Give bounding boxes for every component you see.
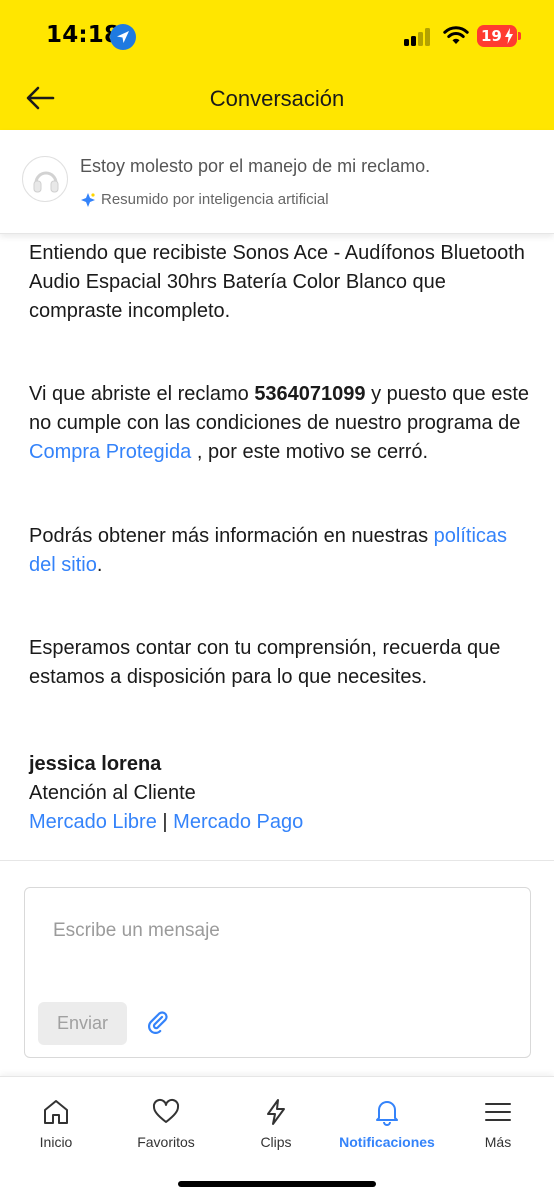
agent-role: Atención al Cliente (29, 782, 196, 804)
battery-level: 19 (481, 27, 502, 45)
battery-indicator: 19 (477, 25, 517, 47)
composer-divider (0, 860, 554, 861)
page-title: Conversación (209, 86, 345, 111)
claim-text-after: , por este motivo se cerró. (191, 441, 429, 463)
charging-bolt-icon (505, 28, 513, 44)
home-indicator (178, 1181, 376, 1187)
mercado-libre-link[interactable]: Mercado Libre (29, 811, 157, 833)
ai-sparkle-icon (81, 193, 95, 207)
message-paragraph-product: Entiendo que recibiste Sonos Ace - Audíf… (29, 242, 525, 322)
location-icon (110, 24, 136, 50)
status-bar: 14:18 19 (0, 0, 554, 72)
nav-item-inicio[interactable]: Inicio (14, 1077, 98, 1167)
conversation-summary: Estoy molesto por el manejo de mi reclam… (0, 130, 554, 234)
wifi-icon (443, 26, 469, 44)
message-input[interactable]: Escribe un mensaje (53, 920, 220, 942)
message-signature: jessica lorena Atención al Cliente Merca… (29, 750, 529, 837)
send-button[interactable]: Enviar (38, 1002, 127, 1045)
summary-text: Estoy molesto por el manejo de mi reclam… (80, 156, 431, 176)
compra-protegida-link[interactable]: Compra Protegida (29, 441, 191, 463)
lightning-icon (267, 1099, 285, 1125)
nav-item-mas[interactable]: Más (456, 1077, 540, 1167)
app-header: 14:18 19 Conversación (0, 0, 554, 130)
home-icon (44, 1100, 68, 1124)
agent-name: jessica lorena (29, 753, 162, 775)
nav-label-mas: Más (484, 1134, 512, 1150)
bell-icon (376, 1101, 398, 1126)
nav-item-favoritos[interactable]: Favoritos (124, 1077, 208, 1167)
message-composer: Escribe un mensaje Enviar (24, 887, 531, 1058)
message-paragraph-policies: Podrás obtener más información en nuestr… (29, 522, 529, 580)
nav-label-favoritos: Favoritos (137, 1134, 195, 1150)
nav-item-notificaciones[interactable]: Notificaciones (332, 1077, 442, 1167)
signature-separator: | (156, 811, 174, 833)
policies-text-before: Podrás obtener más información en nuestr… (29, 525, 434, 547)
message-paragraph-closing: Esperamos contar con tu comprensión, rec… (29, 637, 501, 688)
product-thumbnail (22, 156, 68, 202)
ai-label-text: Resumido por inteligencia artificial (101, 191, 329, 208)
nav-label-clips: Clips (260, 1134, 292, 1150)
nav-label-inicio: Inicio (39, 1134, 73, 1150)
claim-text-before: Vi que abriste el reclamo (29, 383, 255, 405)
headphones-icon (33, 171, 59, 193)
nav-item-clips[interactable]: Clips (234, 1077, 318, 1167)
menu-icon (485, 1103, 511, 1121)
claim-number: 5364071099 (254, 383, 366, 405)
mercado-pago-link[interactable]: Mercado Pago (173, 811, 303, 833)
cellular-signal-icon (404, 28, 434, 46)
paperclip-icon[interactable] (145, 1009, 171, 1035)
heart-icon (152, 1098, 180, 1123)
message-paragraph-claim: Vi que abriste el reclamo 5364071099 y p… (29, 380, 529, 467)
battery-tip (518, 32, 521, 40)
policies-text-after: . (96, 554, 103, 576)
nav-label-notificaciones: Notificaciones (339, 1134, 435, 1150)
